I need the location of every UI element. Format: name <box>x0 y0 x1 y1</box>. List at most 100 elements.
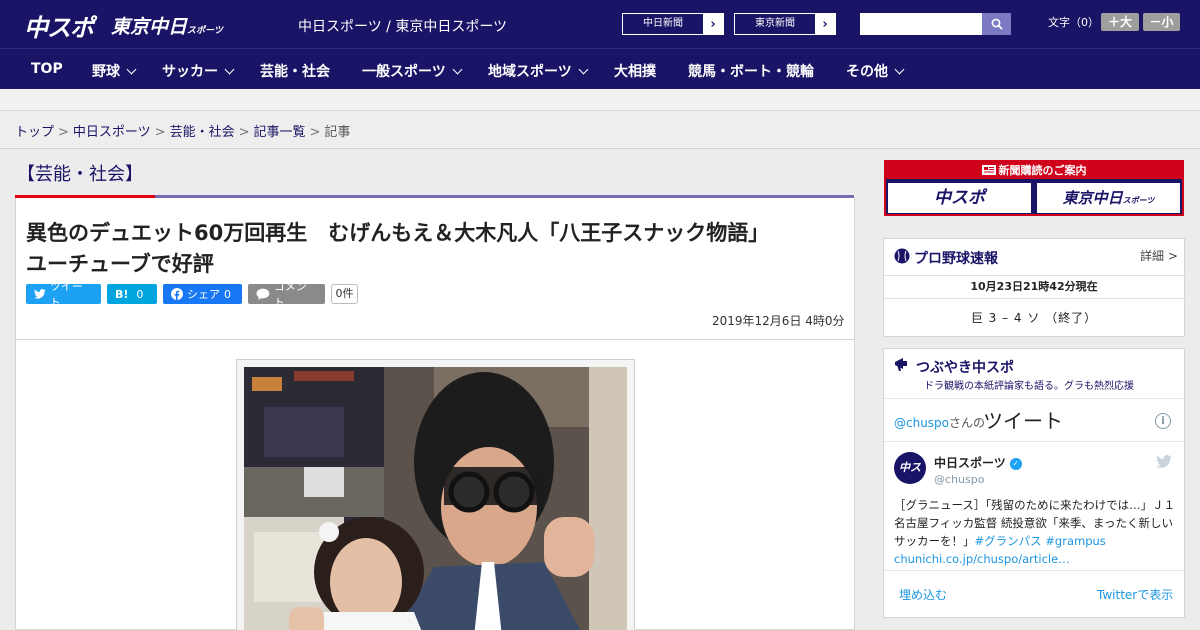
comment-count-badge: 0件 <box>331 284 358 304</box>
ext-link-label: 中日新聞 <box>623 14 703 34</box>
search-button[interactable] <box>982 13 1011 35</box>
tokyo-shimbun-link[interactable]: 東京新聞 › <box>734 13 836 35</box>
site-header: 中スポ 東京中日スポーツ 中日スポーツ / 東京中日スポーツ 中日新聞 › 東京… <box>0 0 1200 48</box>
ad-tokyo-chunichi[interactable]: 東京中日スポーツ <box>1037 183 1180 213</box>
ad-tokyo-small: スポーツ <box>1122 196 1155 205</box>
ext-link-label: 東京新聞 <box>735 14 815 34</box>
breadcrumb-separator: > <box>154 125 166 140</box>
tweet-text: ［グラニュース］「残留のために来たわけでは…」Ｊ１名古屋フィッカ監督 続投意欲「… <box>894 496 1176 568</box>
view-on-twitter-link[interactable]: Twitterで表示 <box>1097 586 1173 603</box>
breadcrumb-chunichi-sports[interactable]: 中日スポーツ <box>73 125 151 140</box>
hatena-count: 0 <box>136 287 144 301</box>
tweet-url-link[interactable]: chunichi.co.jp/chuspo/article… <box>894 552 1070 566</box>
nav-label: 地域スポーツ <box>488 64 572 80</box>
nav-soccer[interactable]: サッカー <box>162 61 235 81</box>
hashtag-link[interactable]: #grampus <box>1045 534 1106 548</box>
comment-button[interactable]: コメント <box>248 280 325 309</box>
tokyo-logo-text: 東京中日 <box>111 16 188 38</box>
tweet-author-name[interactable]: 中日スポーツ ✓ <box>934 454 1022 471</box>
twitter-handle: @chuspo <box>894 416 950 430</box>
nav-label: TOP <box>31 61 63 77</box>
nav-entertainment[interactable]: 芸能・社会 <box>260 61 330 81</box>
nav-label: 芸能・社会 <box>260 64 330 80</box>
comment-label: コメント <box>273 280 307 309</box>
avatar[interactable]: 中スポ <box>894 452 926 506</box>
ad-tokyo-text: 東京中日 <box>1062 189 1123 207</box>
breadcrumb: トップ > 中日スポーツ > 芸能・社会 > 記事一覧 > 記事 <box>0 111 1200 149</box>
nav-baseball[interactable]: 野球 <box>92 61 137 81</box>
breadcrumb-entertainment[interactable]: 芸能・社会 <box>170 125 235 140</box>
tokyo-logo-small: スポーツ <box>187 26 223 36</box>
verified-badge-icon: ✓ <box>1009 457 1022 470</box>
twitter-bird-icon <box>34 289 46 299</box>
twitter-bird-icon[interactable] <box>1156 455 1172 468</box>
chuspo-logo[interactable]: 中スポ <box>24 8 94 43</box>
baseball-detail-link[interactable]: 詳細 > <box>1140 247 1178 264</box>
twitter-tweets-heading: ツイート <box>983 409 1063 433</box>
chevron-right-icon: › <box>710 16 716 32</box>
baseball-score[interactable]: 巨 3 – 4 ソ （終了） <box>883 309 1185 326</box>
font-size-down-button[interactable]: －小 <box>1143 13 1180 31</box>
nav-label: 野球 <box>92 64 120 80</box>
embed-link[interactable]: 埋め込む <box>899 586 947 603</box>
nav-sumo[interactable]: 大相撲 <box>614 61 656 81</box>
nav-racing[interactable]: 競馬・ボート・競輪 <box>688 61 814 81</box>
facebook-share-button[interactable]: シェア 0 <box>163 284 242 304</box>
font-size-label: 文字（0） <box>1048 16 1099 29</box>
category-title: 【芸能・社会】 <box>17 164 143 185</box>
font-size-up-button[interactable]: ＋大 <box>1101 13 1139 31</box>
headline-line-2: ユーチューブで好評 <box>26 252 214 276</box>
article-headline: 異色のデュエット60万回再生 むげんもえ＆大木凡人「八王子スナック物語」 ユーチ… <box>26 218 836 280</box>
nav-general-sports[interactable]: 一般スポーツ <box>362 61 463 81</box>
nav-label: 大相撲 <box>614 64 656 80</box>
subscription-ad-banner[interactable]: 新聞購読のご案内 中スポ 東京中日スポーツ <box>884 160 1184 216</box>
facebook-icon <box>171 288 183 300</box>
newspaper-icon <box>981 165 996 175</box>
tweet-share-button[interactable]: ツイート <box>26 280 101 309</box>
tweet-author-text: 中日スポーツ <box>934 456 1006 470</box>
baseball-title: プロ野球速報 <box>914 251 998 267</box>
megaphone-icon <box>895 358 907 371</box>
tokyo-chunichi-logo[interactable]: 東京中日スポーツ <box>111 12 223 39</box>
baseball-icon <box>894 248 910 264</box>
twitter-section-title: つぶやき中スポ <box>916 360 1014 376</box>
ad-chuspo[interactable]: 中スポ <box>888 183 1031 213</box>
breadcrumb-top[interactable]: トップ <box>15 125 54 140</box>
nav-label: サッカー <box>162 64 218 80</box>
sub-header-strip <box>0 89 1200 111</box>
baseball-update-time: 10月23日21時42分現在 <box>883 275 1185 299</box>
search-icon <box>991 18 1003 30</box>
twitter-handle-link[interactable]: @chuspoさんの <box>894 414 985 431</box>
nav-label: その他 <box>846 64 888 80</box>
twitter-section-subtitle: ドラ観戦の本紙評論家も語る。グラも熱烈応援 <box>924 381 1134 392</box>
tweet-author-handle[interactable]: @chuspo <box>934 473 984 486</box>
speech-bubble-icon <box>256 288 270 300</box>
breadcrumb-current: 記事 <box>324 125 351 140</box>
hatena-bookmark-button[interactable]: B! 0 <box>107 284 157 304</box>
nav-local-sports[interactable]: 地域スポーツ <box>488 61 589 81</box>
breadcrumb-separator: > <box>58 125 69 140</box>
chevron-down-icon <box>894 64 905 75</box>
chevron-down-icon <box>578 64 589 75</box>
site-names: 中日スポーツ / 東京中日スポーツ <box>298 19 508 35</box>
nav-label: 競馬・ボート・競輪 <box>688 64 814 80</box>
info-icon[interactable]: i <box>1155 413 1171 429</box>
article-date: 2019年12月6日 4時0分 <box>712 314 845 328</box>
nav-top[interactable]: TOP <box>31 61 63 77</box>
hashtag-link[interactable]: #グランパス <box>975 534 1042 548</box>
subscription-ad-title: 新聞購読のご案内 <box>886 162 1182 179</box>
hatena-mark: B! <box>115 287 129 301</box>
chevron-down-icon <box>126 64 137 75</box>
search-input[interactable] <box>860 13 982 35</box>
nav-other[interactable]: その他 <box>846 61 905 81</box>
article-photo[interactable] <box>244 367 627 630</box>
chevron-down-icon <box>452 64 463 75</box>
tweet-label: ツイート <box>49 280 83 309</box>
main-nav: TOP 野球 サッカー 芸能・社会 一般スポーツ 地域スポーツ 大相撲 競馬・ボ… <box>0 48 1200 89</box>
facebook-count: 0 <box>224 287 231 301</box>
chunichi-shimbun-link[interactable]: 中日新聞 › <box>622 13 724 35</box>
breadcrumb-article-list[interactable]: 記事一覧 <box>254 125 306 140</box>
article-photo-image <box>244 367 627 630</box>
chevron-down-icon <box>224 64 235 75</box>
twitter-handle-suffix: さんの <box>949 416 986 430</box>
